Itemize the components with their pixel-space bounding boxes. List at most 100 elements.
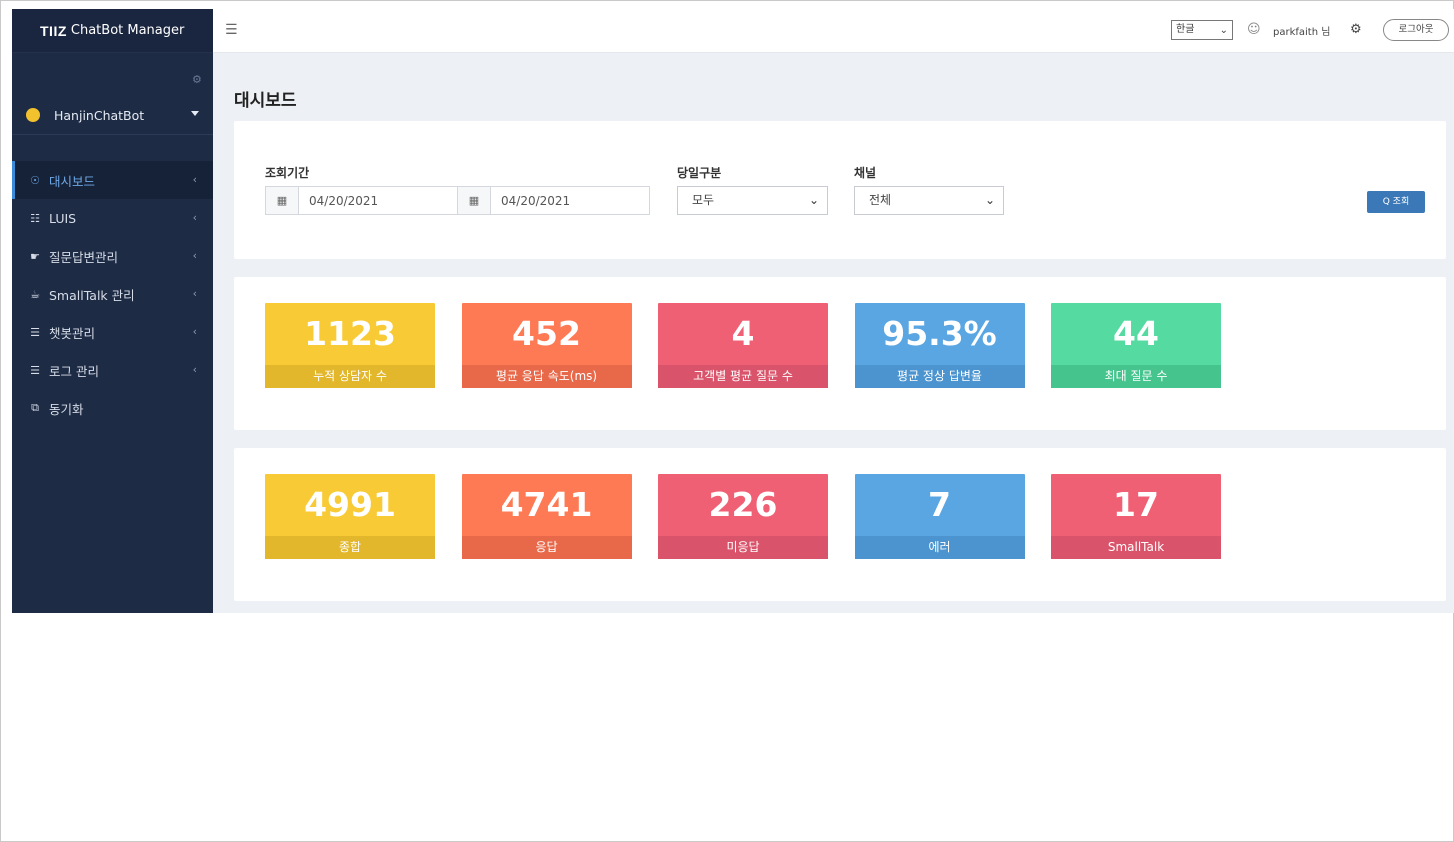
stat-value: 44: [1113, 314, 1159, 353]
smalltalk-icon: ☕: [30, 287, 40, 301]
chevron-down-icon: ⌄: [808, 193, 819, 207]
search-button[interactable]: Q 조회: [1367, 191, 1425, 213]
logout-button[interactable]: 로그아웃: [1383, 19, 1449, 41]
stat-tile: 44 최대 질문 수: [1051, 303, 1221, 388]
stat-tile: 4741 응답: [461, 474, 632, 559]
filter-panel: 조회기간 ▦ 04/20/2021 ▦ 04/20/2021 당일구분 모두 ⌄…: [234, 121, 1446, 259]
stat-label: SmallTalk: [1051, 536, 1221, 559]
sidebar-item-6[interactable]: ⧉ 동기화: [12, 389, 213, 427]
stat-value: 1123: [304, 314, 396, 353]
date-to-value: 04/20/2021: [501, 193, 571, 208]
sidebar-item-1[interactable]: ☷ LUIS ‹: [12, 199, 213, 237]
stat-value: 4991: [304, 485, 396, 524]
response-stats-panel: 4991 종합 4741 응답 226 미응답 7 에러 17 SmallTalk: [234, 448, 1446, 601]
chevron-left-icon: ‹: [192, 249, 197, 262]
language-select[interactable]: 한글 ⌄: [1171, 20, 1233, 40]
caret-down-icon: [191, 111, 199, 116]
main-content: 대시보드 조회기간 ▦ 04/20/2021 ▦ 04/20/2021 당일구분…: [213, 53, 1454, 613]
stat-label: 에러: [854, 536, 1025, 559]
stat-tile: 17 SmallTalk: [1051, 474, 1221, 559]
sidebar-item-label: 질문답변관리: [49, 249, 119, 265]
chevron-left-icon: ‹: [192, 363, 197, 376]
stat-label: 평균 정상 답변율: [854, 365, 1025, 388]
stat-tile: 1123 누적 상담자 수: [265, 303, 435, 388]
user-name: parkfaith 님: [1273, 27, 1331, 38]
calendar-icon[interactable]: ▦: [266, 187, 299, 214]
bot-status-dot: [26, 108, 40, 122]
day-type-label: 당일구분: [677, 166, 722, 180]
sidebar-item-5[interactable]: ☰ 로그 관리 ‹: [12, 351, 213, 389]
sync-icon: ⧉: [31, 401, 39, 414]
sidebar-item-label: LUIS: [49, 210, 77, 226]
sidebar-item-label: 챗봇관리: [49, 325, 96, 341]
luis-icon: ☷: [30, 211, 40, 225]
settings-gear-icon[interactable]: ⚙: [1350, 22, 1362, 37]
date-to-field[interactable]: ▦ 04/20/2021: [458, 186, 650, 215]
sidebar-item-3[interactable]: ☕ SmallTalk 관리 ‹: [12, 275, 213, 313]
language-value: 한글: [1176, 24, 1195, 35]
channel-select[interactable]: 전체 ⌄: [854, 186, 1004, 215]
period-label: 조회기간: [265, 166, 310, 180]
sidebar-divider: [12, 134, 213, 135]
log-icon: ☰: [30, 363, 40, 377]
chevron-left-icon: ‹: [192, 287, 197, 300]
chatbot-icon: ☰: [30, 325, 40, 339]
date-range: ▦ 04/20/2021 ▦ 04/20/2021: [265, 186, 650, 215]
page-title: 대시보드: [234, 91, 297, 111]
sidebar-item-label: 대시보드: [49, 173, 96, 189]
user-icon: ☺: [1247, 22, 1261, 37]
brand-strong: TIIZ: [40, 22, 67, 39]
stat-tile: 4 고객별 평균 질문 수: [658, 303, 828, 388]
stat-tile: 7 에러: [854, 474, 1025, 559]
stat-label: 평균 응답 속도(ms): [461, 365, 632, 388]
sidebar-menu: ☉ 대시보드 ‹ ☷ LUIS ‹ ☛ 질문답변관리 ‹ ☕ SmallTalk 관리 ‹ ☰ 챗봇관리 ‹…: [12, 161, 213, 427]
stat-label: 누적 상담자 수: [265, 365, 435, 388]
stat-value: 17: [1113, 485, 1159, 524]
stat-label: 종합: [265, 536, 435, 559]
bot-name: HanjinChatBot: [54, 107, 145, 123]
channel-label: 채널: [854, 166, 877, 180]
app-frame: TIIZ ChatBot Manager ⚙ HanjinChatBot ☉ 대시…: [0, 0, 1454, 842]
chevron-left-icon: ‹: [192, 325, 197, 338]
stat-label: 고객별 평균 질문 수: [658, 365, 828, 388]
channel-value: 전체: [869, 193, 892, 207]
date-from-field[interactable]: ▦ 04/20/2021: [265, 186, 458, 215]
calendar-icon[interactable]: ▦: [458, 187, 491, 214]
stat-tile: 226 미응답: [658, 474, 828, 559]
date-from-value: 04/20/2021: [309, 193, 379, 208]
stat-label: 미응답: [658, 536, 828, 559]
stat-value: 4741: [500, 485, 593, 524]
day-type-value: 모두: [692, 193, 715, 207]
sidebar-item-0[interactable]: ☉ 대시보드 ‹: [12, 161, 213, 199]
stat-tile: 4991 종합: [265, 474, 435, 559]
sidebar-item-label: 동기화: [49, 401, 84, 417]
stat-label: 응답: [461, 536, 632, 559]
summary-stats-panel: 1123 누적 상담자 수 452 평균 응답 속도(ms) 4 고객별 평균 질문 수 9…: [234, 277, 1446, 430]
megaphone-icon: ☛: [30, 249, 40, 263]
stat-value: 95.3%: [882, 314, 997, 353]
chevron-down-icon: ⌄: [984, 193, 995, 207]
stat-value: 452: [512, 314, 581, 353]
hamburger-menu-icon[interactable]: ☰: [225, 22, 238, 38]
stat-label: 최대 질문 수: [1051, 365, 1221, 388]
stat-value: 4: [731, 314, 755, 353]
stat-tile: 95.3% 평균 정상 답변율: [854, 303, 1025, 388]
sidebar-item-label: SmallTalk 관리: [49, 287, 135, 303]
chevron-down-icon: ⌄: [1219, 25, 1228, 36]
day-type-select[interactable]: 모두 ⌄: [677, 186, 828, 215]
stat-tile: 452 평균 응답 속도(ms): [461, 303, 632, 388]
bot-selector[interactable]: HanjinChatBot: [12, 97, 213, 133]
brand-name: ChatBot Manager: [70, 23, 185, 38]
sidebar-item-label: 로그 관리: [49, 363, 99, 379]
sidebar-item-2[interactable]: ☛ 질문답변관리 ‹: [12, 237, 213, 275]
stat-value: 226: [708, 485, 778, 524]
stat-value: 7: [928, 485, 951, 524]
top-header: ☰ 한글 ⌄ ☺ parkfaith 님 ⚙ 로그아웃: [213, 9, 1454, 53]
sidebar: TIIZ ChatBot Manager ⚙ HanjinChatBot ☉ 대시…: [12, 9, 213, 613]
chevron-left-icon: ‹: [192, 211, 197, 224]
chevron-left-icon: ‹: [192, 173, 197, 186]
sidebar-item-4[interactable]: ☰ 챗봇관리 ‹: [12, 313, 213, 351]
gear-icon[interactable]: ⚙: [192, 73, 202, 86]
dashboard-icon: ☉: [30, 173, 40, 187]
brand-logo[interactable]: TIIZ ChatBot Manager: [12, 9, 213, 53]
